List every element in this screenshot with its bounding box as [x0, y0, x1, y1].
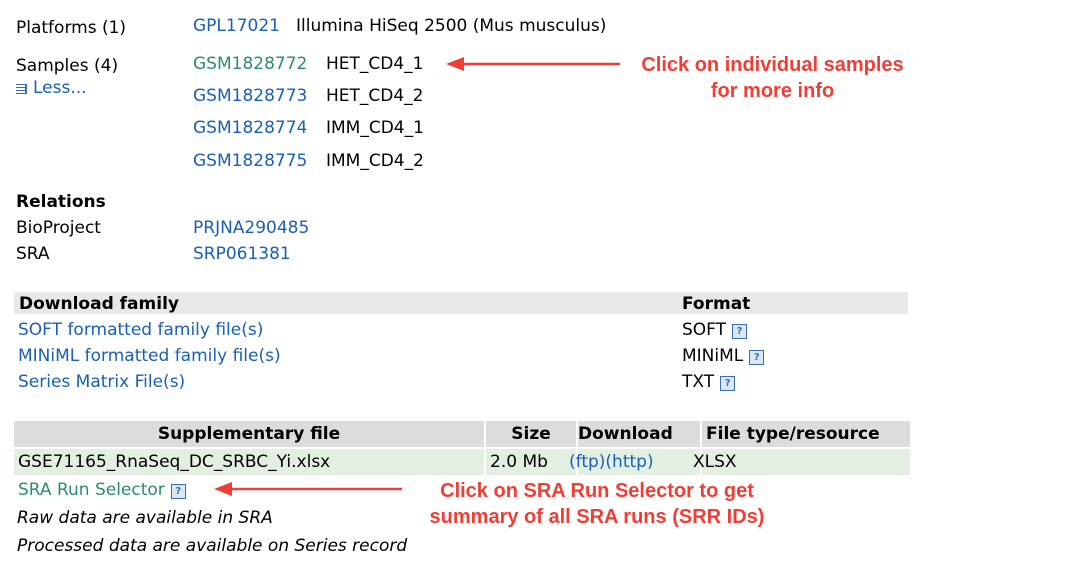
- annotation-line: summary of all SRA runs (SRR IDs): [429, 506, 765, 528]
- annotation-line: Click on SRA Run Selector to get: [440, 480, 754, 502]
- annotation-sra: Click on SRA Run Selector to get summary…: [392, 478, 802, 530]
- annotation-line: Click on individual samples: [641, 54, 904, 76]
- annotation-line: for more info: [710, 80, 835, 102]
- arrow-to-samples: [446, 57, 620, 71]
- arrow-to-sra-run-selector: [214, 482, 402, 496]
- annotation-samples: Click on individual samples for more inf…: [600, 52, 945, 104]
